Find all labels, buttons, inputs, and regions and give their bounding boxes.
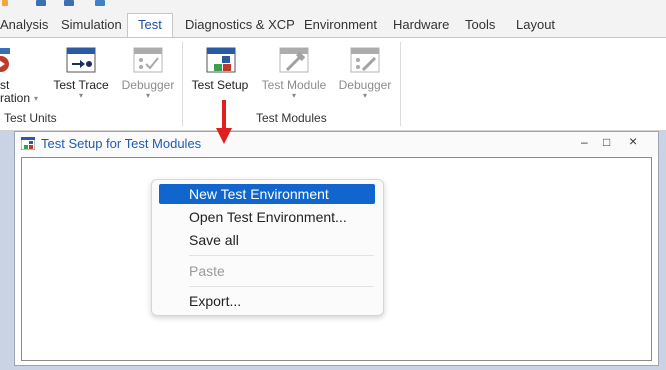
test-setup-icon [206, 46, 236, 74]
app-menu-icon[interactable] [2, 0, 8, 6]
test-configuration-dropdown-icon[interactable]: ▾ [34, 94, 38, 103]
tab-hardware[interactable]: Hardware [393, 14, 449, 38]
test-trace-label: Test Trace [53, 78, 109, 92]
test-module-button[interactable]: Test Module ▾ [258, 78, 330, 100]
group-separator-2 [400, 42, 401, 126]
menu-separator [189, 255, 374, 256]
tab-analysis[interactable]: Analysis [0, 14, 48, 38]
test-setup-window-icon [20, 136, 36, 151]
group-label-test-units: Test Units [4, 111, 57, 125]
debugger-module-label: Debugger [338, 78, 392, 92]
debugger-button[interactable]: Debugger ▾ [120, 78, 176, 100]
test-configuration-icon [0, 46, 16, 74]
test-configuration-label-1: st [0, 78, 10, 92]
debugger-module-button[interactable]: Debugger ▾ [337, 78, 393, 100]
debugger-label: Debugger [121, 78, 175, 92]
menu-item-export[interactable]: Export... [159, 291, 375, 311]
test-module-label: Test Module [261, 78, 327, 92]
group-label-test-modules: Test Modules [256, 111, 327, 125]
quick-access-toolbar [0, 0, 666, 10]
tab-test[interactable]: Test [127, 13, 173, 40]
maximize-icon[interactable]: □ [603, 135, 610, 149]
close-icon[interactable]: × [629, 133, 637, 149]
tab-environment[interactable]: Environment [304, 14, 377, 38]
save-as-icon[interactable] [64, 0, 74, 6]
group-separator [182, 42, 183, 126]
annotation-arrow-icon [216, 100, 232, 145]
test-configuration-label-2: ration [0, 91, 31, 105]
test-trace-dropdown-icon: ▾ [78, 91, 83, 100]
menu-item-new-test-environment[interactable]: New Test Environment [159, 184, 375, 204]
minimize-icon[interactable]: – [581, 135, 588, 149]
tab-layout[interactable]: Layout [516, 14, 555, 38]
test-trace-icon [66, 46, 96, 74]
window-titlebar[interactable]: Test Setup for Test Modules – □ × [15, 132, 658, 156]
menu-item-open-test-environment[interactable]: Open Test Environment... [159, 207, 375, 227]
tab-simulation[interactable]: Simulation [61, 14, 122, 38]
ribbon-tabs: Analysis Simulation Test Diagnostics & X… [0, 10, 666, 40]
tab-diagnostics-xcp[interactable]: Diagnostics & XCP [185, 14, 295, 38]
debugger-dropdown-icon: ▾ [145, 91, 150, 100]
test-module-icon [279, 46, 309, 74]
tab-tools[interactable]: Tools [465, 14, 495, 38]
menu-separator-2 [189, 286, 374, 287]
save-icon[interactable] [36, 0, 46, 6]
test-module-dropdown-icon: ▾ [291, 91, 296, 100]
window-title: Test Setup for Test Modules [41, 136, 202, 151]
menu-item-paste: Paste [189, 263, 225, 279]
context-menu: New Test Environment Open Test Environme… [151, 179, 384, 316]
debugger-icon [133, 46, 163, 74]
debugger-module-icon [350, 46, 380, 74]
debugger-module-dropdown-icon: ▾ [362, 91, 367, 100]
test-trace-button[interactable]: Test Trace ▾ [52, 78, 110, 100]
config-icon[interactable] [95, 0, 105, 6]
test-configuration-button[interactable]: st ration [0, 78, 30, 104]
test-setup-label: Test Setup [191, 78, 249, 92]
test-setup-button[interactable]: Test Setup [190, 78, 250, 92]
menu-item-save-all[interactable]: Save all [159, 230, 375, 250]
ribbon-panel: st ration ▾ Test Trace ▾ Debugger ▾ Test… [0, 37, 666, 131]
